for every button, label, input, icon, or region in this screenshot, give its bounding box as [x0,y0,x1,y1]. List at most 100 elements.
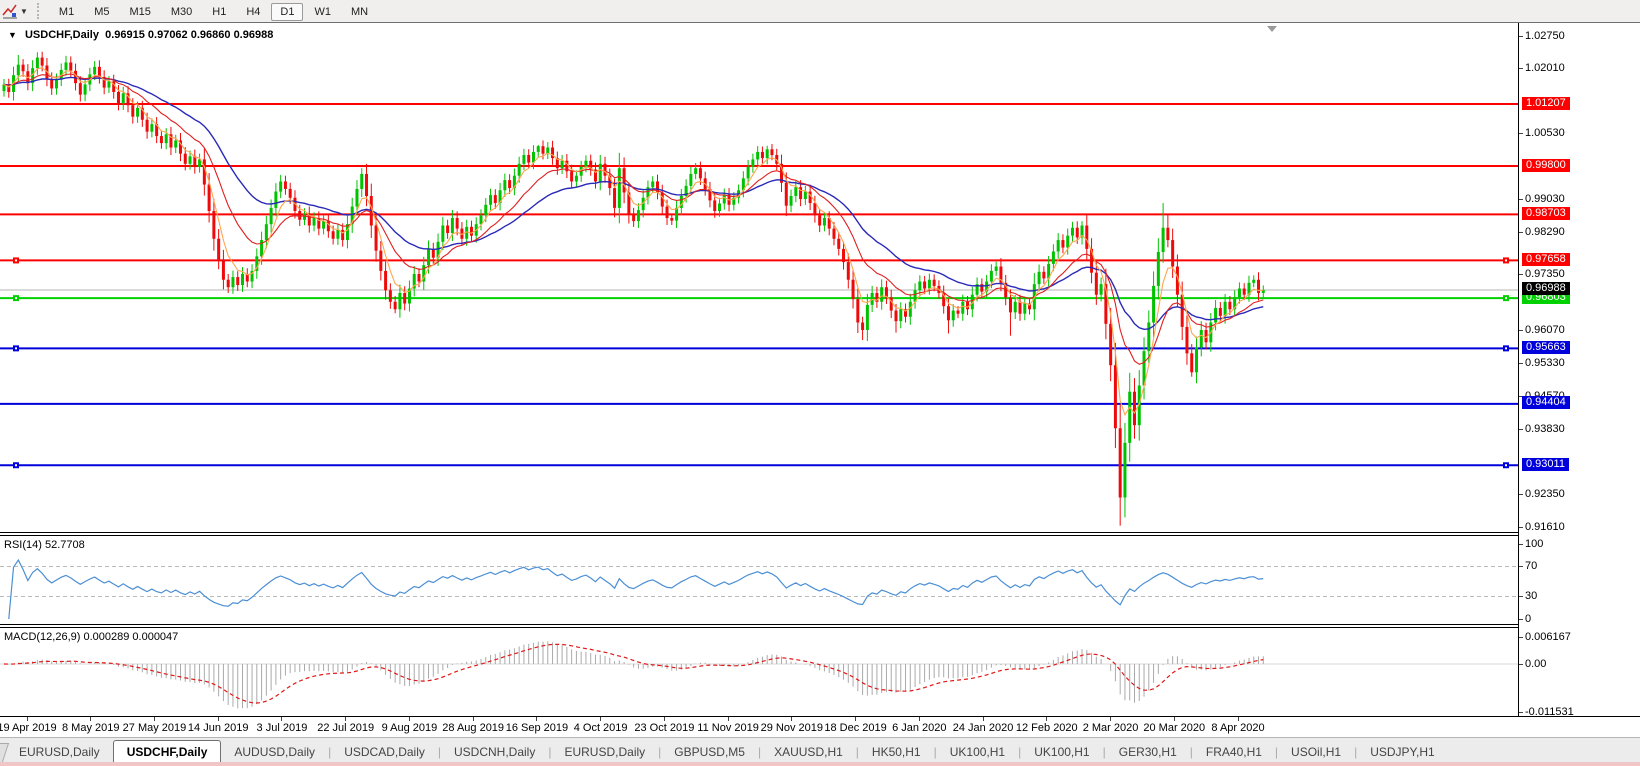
macd-axis-label: 0.006167 [1525,631,1571,643]
timeframe-button-M1[interactable]: M1 [50,3,83,21]
chart-tab-EURUSD-Daily[interactable]: EURUSD,Daily [6,742,113,762]
chart-tab-AUDUSD-Daily[interactable]: AUDUSD,Daily [221,742,328,762]
date-axis-label: 27 May 2019 [122,722,187,734]
timeframe-button-H4[interactable]: H4 [237,3,269,21]
level-price-label: 0.93011 [1522,458,1569,471]
axis-tick [1519,566,1523,567]
chart-tab-HK50-H1[interactable]: HK50,H1 [859,742,934,762]
ohlc-close-value: 0.96988 [233,29,274,41]
axis-tick [1519,527,1523,528]
date-axis-label: 11 Nov 2019 [697,722,759,734]
chart-tab-USDCHF-Daily[interactable]: USDCHF,Daily [112,740,222,764]
axis-tick [1519,36,1523,37]
rsi-indicator-chart[interactable] [0,536,1518,624]
price-axis-label: 1.00530 [1525,127,1565,139]
date-axis-tick [1110,717,1111,721]
chevron-down-icon[interactable]: ▼ [20,7,28,16]
ohlc-low-value: 0.96860 [190,29,231,41]
timeframe-button-H1[interactable]: H1 [203,3,235,21]
current-price-label: 0.96988 [1522,282,1570,295]
axis-tick [1519,232,1523,233]
date-axis-tick [409,717,410,721]
chart-tab-UK100-H1[interactable]: UK100,H1 [1021,742,1102,762]
date-axis-tick [1174,717,1175,721]
rsi-axis-label: 30 [1525,590,1538,602]
indicators-icon[interactable] [2,3,18,19]
date-axis-label: 23 Oct 2019 [634,722,695,734]
date-axis-tick [281,717,282,721]
timeframe-button-M30[interactable]: M30 [162,3,201,21]
chart-header: ▼ USDCHF,Daily 0.96915 0.97062 0.96860 0… [8,29,273,41]
axis-tick [1519,619,1523,620]
ohlc-open-value: 0.96915 [105,29,145,41]
macd-indicator-chart[interactable] [0,628,1518,716]
chart-tab-GER30-H1[interactable]: GER30,H1 [1106,742,1190,762]
timeframe-toolbar: ▼ M1 M5 M15 M30 H1 H4 D1 W1 MN [0,0,1640,23]
trading-platform-window: ▼ M1 M5 M15 M30 H1 H4 D1 W1 MN ▼ USDCHF,Daily 0.… [0,0,1640,766]
timeframe-button-MN[interactable]: MN [342,3,377,21]
timeframe-button-W1[interactable]: W1 [305,3,340,21]
date-axis-tick [536,717,537,721]
price-axis[interactable]: 1.02750 1.02010 1.00530 0.99030 0.98290 0.973… [1518,23,1640,718]
price-axis-label: 1.02750 [1525,30,1565,42]
date-axis-tick [983,717,984,721]
axis-tick [1519,544,1523,545]
rsi-title: RSI(14) 52.7708 [4,539,85,551]
ohlc-high-value: 0.97062 [147,29,188,41]
axis-tick [1519,68,1523,69]
level-price-label: 0.97658 [1522,253,1570,266]
main-price-chart[interactable] [0,25,1518,532]
price-axis-label: 0.95330 [1525,357,1565,369]
date-axis-label: 16 Sep 2019 [505,722,569,734]
date-axis-tick [664,717,665,721]
chart-tab-GBPUSD-M5[interactable]: GBPUSD,M5 [661,742,758,762]
chart-tab-XAUUSD-H1[interactable]: XAUUSD,H1 [761,742,856,762]
date-axis-label: 18 Dec 2019 [824,722,887,734]
toolbar-grip-handle[interactable] [36,3,44,19]
axis-tick [1519,494,1523,495]
bottom-status-strip [0,762,1640,766]
chart-tab-FRA40-H1[interactable]: FRA40,H1 [1193,742,1275,762]
date-axis-label: 28 Aug 2019 [442,722,505,734]
date-axis-tick [27,717,28,721]
date-axis[interactable]: 19 Apr 2019 8 May 2019 27 May 2019 14 Jun 2… [0,716,1640,739]
date-axis-label: 2 Mar 2020 [1082,722,1139,734]
date-axis-label: 3 Jul 2019 [256,722,308,734]
date-axis-tick [218,717,219,721]
axis-tick [1519,330,1523,331]
axis-tick [1519,133,1523,134]
price-axis-label: 0.92350 [1525,488,1565,500]
level-price-label: 0.94404 [1522,396,1570,409]
rsi-axis-label: 0 [1525,613,1532,625]
chart-tab-USDCAD-Daily[interactable]: USDCAD,Daily [331,742,438,762]
date-axis-label: 9 Aug 2019 [381,722,438,734]
macd-axis-label: 0.00 [1525,658,1547,670]
date-axis-label: 22 Jul 2019 [317,722,375,734]
price-axis-label: 0.97350 [1525,268,1565,280]
date-axis-tick [1238,717,1239,721]
date-axis-label: 20 Mar 2020 [1143,722,1206,734]
chart-tab-USDJPY-H1[interactable]: USDJPY,H1 [1357,742,1447,762]
timeframe-button-M15[interactable]: M15 [120,3,159,21]
axis-tick [1519,664,1523,665]
chart-tab-USDCNH-Daily[interactable]: USDCNH,Daily [441,742,548,762]
timeframe-buttons: M1 M5 M15 M30 H1 H4 D1 W1 MN [49,2,378,21]
chart-window: ▼ USDCHF,Daily 0.96915 0.97062 0.96860 0… [0,22,1640,739]
timeframe-button-M5[interactable]: M5 [85,3,118,21]
price-axis-label: 0.98290 [1525,226,1565,238]
chart-tab-USOil-H1[interactable]: USOil,H1 [1278,742,1354,762]
chart-tab-UK100-H1[interactable]: UK100,H1 [937,742,1018,762]
collapse-triangle-icon[interactable]: ▼ [8,30,17,40]
date-axis-tick [473,717,474,721]
chart-tab-EURUSD-Daily[interactable]: EURUSD,Daily [551,742,658,762]
axis-tick [1519,363,1523,364]
price-axis-label: 1.02010 [1525,62,1565,74]
date-axis-tick [855,717,856,721]
price-axis-label: 0.96070 [1525,324,1565,336]
date-axis-label: 8 May 2019 [61,722,120,734]
date-axis-tick [154,717,155,721]
timeframe-button-D1[interactable]: D1 [271,3,304,21]
price-axis-label: 0.93830 [1525,423,1565,435]
date-axis-label: 4 Oct 2019 [573,722,628,734]
date-axis-tick [345,717,346,721]
